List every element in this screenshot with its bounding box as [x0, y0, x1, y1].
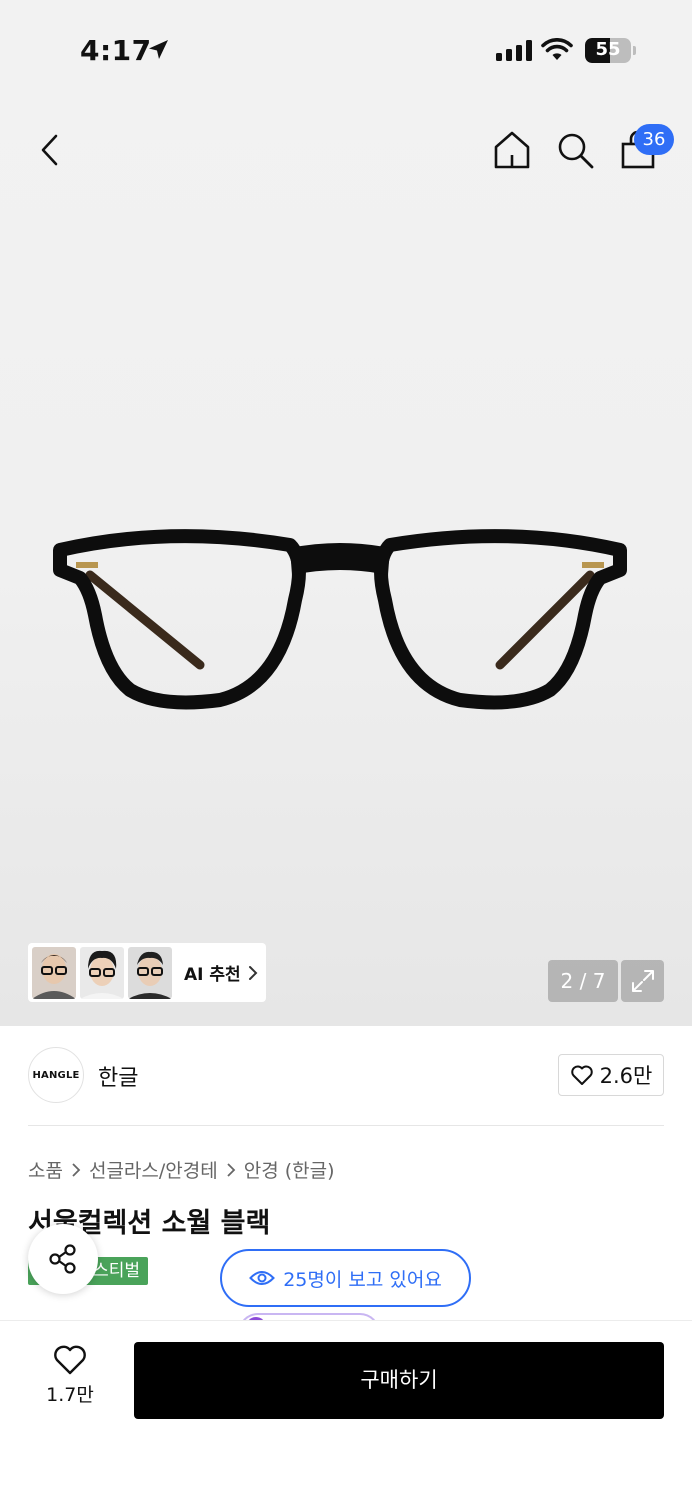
battery-level: 55 [595, 39, 621, 60]
chevron-right-icon [248, 965, 258, 980]
breadcrumb-item[interactable]: 안경 (한글) [244, 1156, 335, 1183]
brand-like-button[interactable]: 2.6만 [558, 1054, 664, 1096]
brand-name[interactable]: 한글 [98, 1060, 138, 1092]
home-icon[interactable] [490, 128, 534, 172]
eye-icon [249, 1271, 276, 1285]
breadcrumb: 소품 선글라스/안경테 안경 (한글) [28, 1156, 335, 1183]
share-button[interactable] [28, 1224, 98, 1294]
brand-logo[interactable]: HANGLE [28, 1047, 84, 1103]
viewers-count-pill: 25명이 보고 있어요 [220, 1249, 471, 1307]
status-time: 4:17 [80, 34, 152, 67]
wishlist-button[interactable]: 1.7만 [34, 1344, 106, 1416]
search-icon[interactable] [553, 128, 597, 172]
expand-icon [631, 970, 654, 992]
battery-tip [633, 46, 636, 55]
signal-icon [496, 40, 532, 61]
wifi-icon [541, 38, 573, 60]
buy-button[interactable]: 구매하기 [134, 1342, 664, 1419]
back-icon[interactable] [28, 128, 72, 172]
breadcrumb-item[interactable]: 선글라스/안경테 [89, 1156, 218, 1183]
wishlist-count: 1.7만 [46, 1384, 94, 1406]
location-arrow-icon [149, 40, 168, 59]
share-icon [49, 1244, 76, 1274]
chevron-right-icon [226, 1162, 236, 1178]
heart-icon [54, 1345, 86, 1375]
ai-recommend-chip[interactable]: AI 추천 [28, 943, 266, 1002]
brand-logo-text: HANGLE [32, 1069, 80, 1081]
expand-image-button[interactable] [621, 960, 664, 1002]
brand-like-count: 2.6만 [599, 1064, 653, 1088]
divider [28, 1125, 664, 1126]
model-face-thumbnail [32, 946, 76, 999]
chevron-right-icon [71, 1162, 81, 1178]
cart-count-badge: 36 [634, 124, 674, 155]
viewers-count-text: 25명이 보고 있어요 [283, 1268, 442, 1291]
model-face-thumbnail [128, 946, 172, 999]
model-face-thumbnail [80, 946, 124, 999]
battery-icon: 55 [585, 38, 631, 63]
heart-icon [570, 1065, 593, 1085]
ai-recommend-label: AI 추천 [184, 965, 241, 985]
breadcrumb-item[interactable]: 소품 [28, 1156, 63, 1183]
image-page-indicator: 2 / 7 [548, 960, 618, 1002]
product-glasses-image [53, 529, 627, 710]
